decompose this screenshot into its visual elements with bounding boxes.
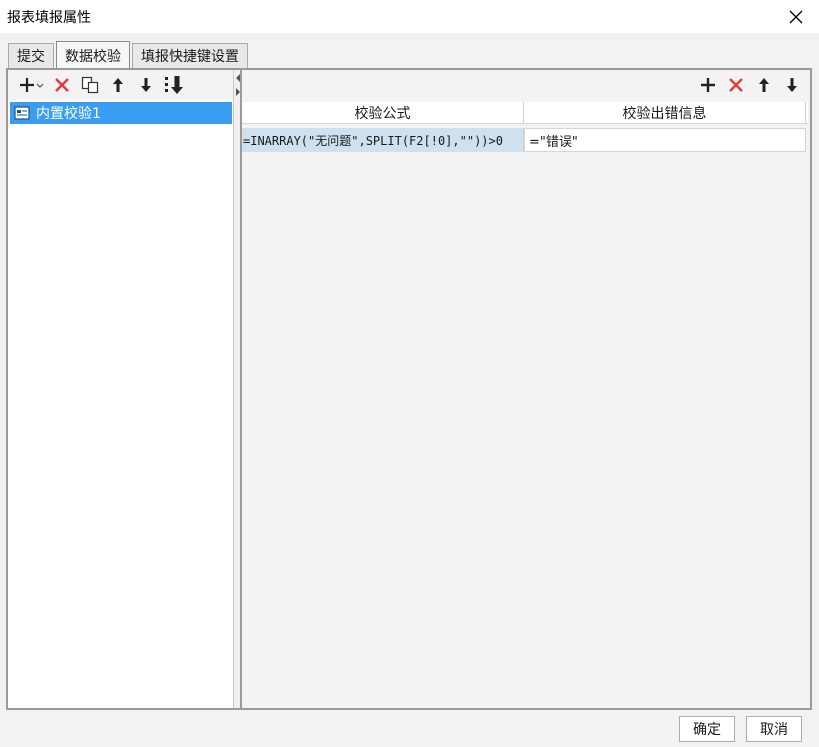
copy-button[interactable] (76, 72, 104, 98)
move-up-icon (113, 78, 123, 92)
window-title: 报表填报属性 (7, 10, 91, 26)
move-down-icon (141, 78, 151, 92)
grid-header: 校验公式 校验出错信息 (242, 102, 808, 124)
delete-formula-button[interactable] (722, 72, 750, 98)
tab-data-validation[interactable]: 数据校验 (56, 41, 130, 69)
pane-splitter[interactable] (234, 70, 242, 708)
delete-icon (55, 78, 69, 92)
formula-move-up-button[interactable] (750, 72, 778, 98)
move-bottom-icon (165, 76, 183, 94)
title-bar: 报表填报属性 (0, 0, 819, 33)
ok-button[interactable]: 确定 (679, 716, 735, 742)
validation-formula-pane: 校验公式 校验出错信息 =INARRAY("无问题",SPLIT(F2[!0],… (242, 70, 810, 708)
copy-icon (81, 76, 99, 94)
formula-cell[interactable]: =INARRAY("无问题",SPLIT(F2[!0],""))>0 (242, 128, 524, 152)
move-bottom-button[interactable] (160, 72, 188, 98)
validation-list-pane: 内置校验1 (8, 70, 234, 708)
move-down-icon (787, 78, 797, 92)
tree-item-builtin-validation[interactable]: 内置校验1 (10, 102, 232, 124)
validation-panel: 内置校验1 校验公式 校验出错信息 =INARRAY("无问题",SPLIT(F… (6, 68, 812, 710)
close-button[interactable] (773, 0, 819, 33)
collapse-arrows-icon (236, 74, 240, 96)
add-dropdown-button[interactable] (14, 72, 48, 98)
right-toolbar (694, 72, 806, 98)
add-formula-button[interactable] (694, 72, 722, 98)
add-dropdown-icon (20, 78, 44, 92)
error-message-cell[interactable]: ="错误" (524, 128, 806, 152)
move-up-icon (759, 78, 769, 92)
tab-shortcut-settings[interactable]: 填报快捷键设置 (132, 43, 248, 68)
column-header-error-message[interactable]: 校验出错信息 (524, 102, 806, 123)
delete-button[interactable] (48, 72, 76, 98)
cancel-button[interactable]: 取消 (746, 716, 802, 742)
validation-item-icon (14, 106, 30, 120)
table-row[interactable]: =INARRAY("无问题",SPLIT(F2[!0],""))>0 ="错误" (242, 128, 808, 152)
close-icon (789, 10, 803, 23)
move-down-button[interactable] (132, 72, 160, 98)
formula-move-down-button[interactable] (778, 72, 806, 98)
tab-submit[interactable]: 提交 (8, 43, 54, 68)
tree-item-label: 内置校验1 (36, 106, 101, 122)
delete-icon (729, 78, 743, 92)
tab-bar: 提交 数据校验 填报快捷键设置 (8, 40, 250, 69)
left-toolbar (8, 70, 233, 100)
add-icon (701, 78, 715, 92)
move-up-button[interactable] (104, 72, 132, 98)
column-header-formula[interactable]: 校验公式 (242, 102, 524, 123)
